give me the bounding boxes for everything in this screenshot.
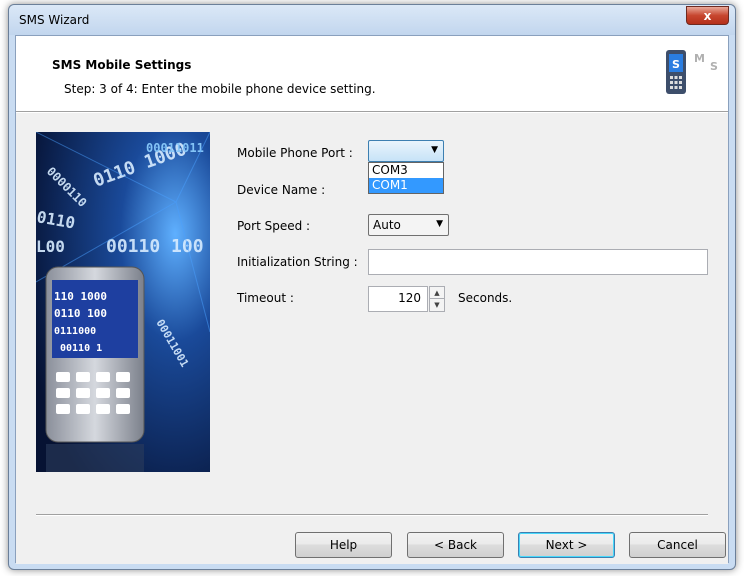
- wizard-header: SMS Mobile Settings Step: 3 of 4: Enter …: [16, 36, 728, 112]
- timeout-spinner: ▲ ▼: [429, 286, 445, 312]
- mobile-phone-binary-image: 0110 1000 0110 00110 100 L00 0000110 000…: [36, 132, 210, 472]
- page-title: SMS Mobile Settings: [52, 58, 192, 72]
- window-title: SMS Wizard: [19, 13, 90, 27]
- port-speed-select[interactable]: Auto ▼: [368, 214, 449, 236]
- initialization-string-input[interactable]: [368, 249, 708, 275]
- sms-logo-icon: S M S: [666, 50, 718, 94]
- close-icon: x: [703, 8, 712, 23]
- page-subtitle: Step: 3 of 4: Enter the mobile phone dev…: [64, 82, 376, 96]
- svg-text:0111000: 0111000: [54, 326, 96, 337]
- port-option-com1[interactable]: COM1: [369, 178, 443, 193]
- svg-text:S: S: [672, 58, 680, 71]
- spin-down-icon[interactable]: ▼: [430, 299, 444, 311]
- footer-divider: [36, 514, 708, 516]
- chevron-down-icon: ▼: [436, 219, 443, 229]
- svg-text:S: S: [710, 60, 718, 73]
- svg-text:110 1000: 110 1000: [54, 290, 107, 303]
- port-option-com3[interactable]: COM3: [369, 163, 443, 178]
- mobile-phone-port-label: Mobile Phone Port :: [237, 146, 353, 160]
- back-button[interactable]: < Back: [407, 532, 504, 558]
- next-button[interactable]: Next >: [518, 532, 615, 558]
- spin-up-icon[interactable]: ▲: [430, 287, 444, 299]
- svg-text:M: M: [694, 52, 705, 65]
- device-name-label: Device Name :: [237, 183, 326, 197]
- svg-text:00011011: 00011011: [146, 141, 204, 155]
- timeout-unit-label: Seconds.: [458, 291, 513, 305]
- close-button[interactable]: x: [686, 6, 729, 25]
- title-bar[interactable]: SMS Wizard x: [9, 5, 735, 35]
- initialization-string-label: Initialization String :: [237, 255, 358, 269]
- chevron-down-icon: ▼: [431, 145, 438, 155]
- svg-text:00110 1: 00110 1: [60, 343, 102, 354]
- port-dropdown-list: COM3 COM1: [368, 162, 444, 194]
- timeout-input[interactable]: 120: [368, 286, 428, 312]
- svg-text:0110 100: 0110 100: [54, 307, 107, 320]
- svg-text:L00: L00: [36, 237, 65, 256]
- cancel-button[interactable]: Cancel: [629, 532, 726, 558]
- sms-wizard-window: SMS Wizard x SMS Mobile Settings Step: 3…: [8, 4, 736, 570]
- svg-text:00110 100: 00110 100: [106, 236, 204, 257]
- timeout-label: Timeout :: [237, 291, 294, 305]
- wizard-client-area: SMS Mobile Settings Step: 3 of 4: Enter …: [15, 35, 729, 564]
- port-speed-label: Port Speed :: [237, 219, 311, 233]
- mobile-phone-port-select[interactable]: ▼: [368, 140, 444, 162]
- wizard-body: 0110 1000 0110 00110 100 L00 0000110 000…: [16, 113, 728, 564]
- port-speed-value: Auto: [373, 218, 401, 232]
- help-button[interactable]: Help: [295, 532, 392, 558]
